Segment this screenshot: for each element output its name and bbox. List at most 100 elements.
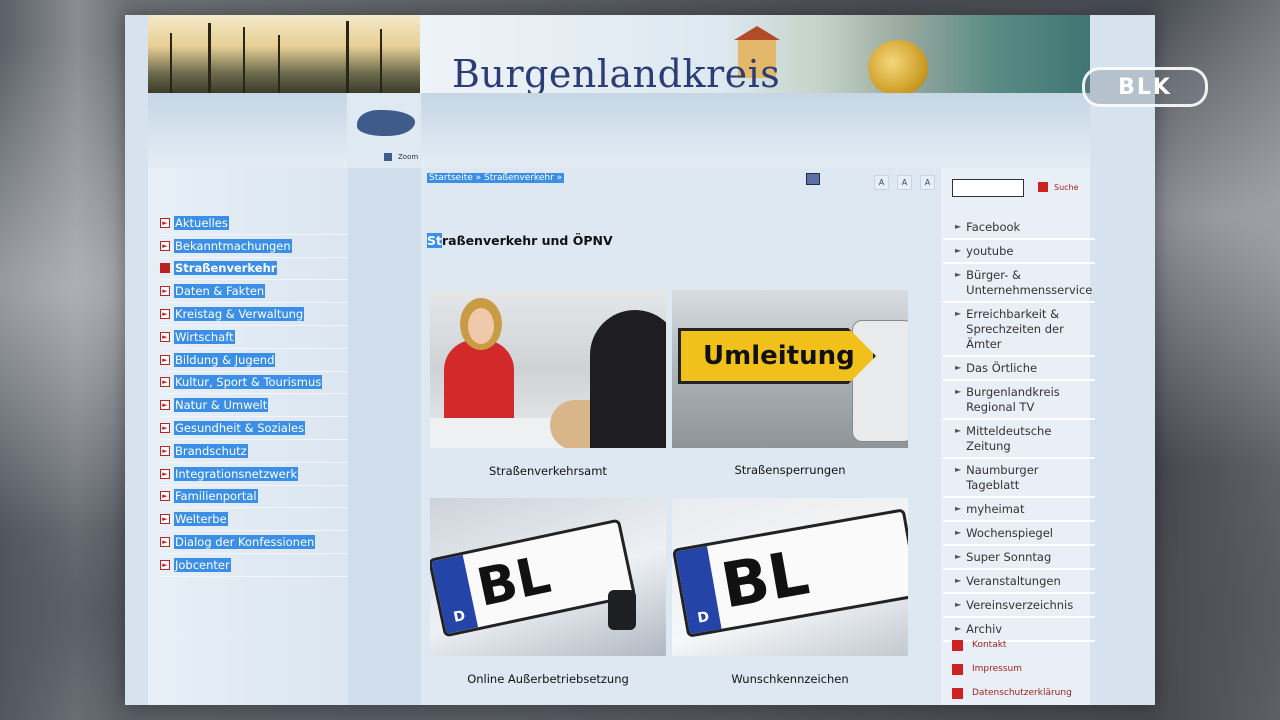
- nav-item-wirtschaft[interactable]: ► Wirtschaft: [160, 326, 348, 349]
- arrow-icon: ►: [955, 387, 962, 396]
- arrow-icon: ►: [955, 600, 962, 609]
- site-title[interactable]: Burgenlandkreis: [452, 52, 780, 96]
- header-strip: [148, 93, 1090, 168]
- link-veranstaltungen[interactable]: ► Veranstaltungen: [943, 570, 1095, 594]
- nav-item-label: Welterbe: [174, 512, 228, 527]
- tile-ausserbetriebsetzung-image[interactable]: D BL: [430, 498, 666, 656]
- clerk-face: [468, 308, 494, 344]
- nav-item-gesundheit[interactable]: ► Gesundheit & Soziales: [160, 417, 348, 440]
- nav-item-kreistag[interactable]: ► Kreistag & Verwaltung: [160, 303, 348, 326]
- arrow-icon: ►: [955, 426, 962, 435]
- nav-item-label: Bildung & Jugend: [174, 352, 276, 367]
- link-label: Facebook: [966, 220, 1021, 234]
- tile-strassensperrungen-image[interactable]: Umleitung: [672, 290, 908, 448]
- page-title-rest: raßenverkehr und ÖPNV: [441, 233, 613, 248]
- nav-item-aktuelles[interactable]: ► Aktuelles: [160, 212, 348, 235]
- nav-item-label: Kultur, Sport & Tourismus: [174, 375, 323, 390]
- left-navigation: ► Aktuelles ► Bekanntmachungen Straßenverk…: [160, 212, 348, 577]
- nav-item-label: Gesundheit & Soziales: [174, 421, 306, 436]
- arrow-icon: ►: [160, 217, 170, 228]
- font-size-small-button[interactable]: A: [874, 175, 889, 190]
- link-mitteldeutsche-zeitung[interactable]: ► Mitteldeutsche Zeitung: [943, 420, 1095, 459]
- eu-band: D: [675, 546, 722, 635]
- info-icon: [952, 663, 963, 675]
- license-plate: D BL: [430, 518, 637, 638]
- nav-item-familienportal[interactable]: ► Familienportal: [160, 486, 348, 509]
- arrow-icon: ►: [955, 309, 962, 318]
- link-label: Veranstaltungen: [966, 574, 1061, 588]
- link-impressum[interactable]: Impressum: [952, 657, 1072, 681]
- link-label: Erreichbarkeit & Sprechzeiten der Ämter: [966, 307, 1064, 351]
- link-myheimat[interactable]: ► myheimat: [943, 498, 1095, 522]
- link-erreichbarkeit[interactable]: ► Erreichbarkeit & Sprechzeiten der Ämter: [943, 303, 1095, 357]
- nav-item-integration[interactable]: ► Integrationsnetzwerk: [160, 463, 348, 486]
- link-kontakt[interactable]: Kontakt: [952, 633, 1072, 657]
- breadcrumb[interactable]: Startseite » Straßenverkehr »: [427, 173, 565, 183]
- zoom-link[interactable]: Zoom: [384, 153, 418, 161]
- tile-caption-ausserbetriebsetzung[interactable]: Online Außerbetriebsetzung: [430, 672, 666, 686]
- link-super-sonntag[interactable]: ► Super Sonntag: [943, 546, 1095, 570]
- tile-caption-wunschkennzeichen[interactable]: Wunschkennzeichen: [672, 672, 908, 686]
- nav-item-welterbe[interactable]: ► Welterbe: [160, 508, 348, 532]
- link-label: Kontakt: [972, 640, 1007, 650]
- arrow-icon: ►: [160, 445, 170, 456]
- print-icon[interactable]: [806, 173, 820, 185]
- font-size-medium-button[interactable]: A: [897, 175, 912, 190]
- tile-caption-strassenverkehrsamt[interactable]: Straßenverkehrsamt: [430, 464, 666, 478]
- nav-item-label: Natur & Umwelt: [174, 398, 269, 413]
- header-landscape-photo: [148, 15, 420, 93]
- link-das-oertliche[interactable]: ► Das Örtliche: [943, 357, 1095, 381]
- link-naumburger-tageblatt[interactable]: ► Naumburger Tageblatt: [943, 459, 1095, 498]
- nav-item-kultur[interactable]: ► Kultur, Sport & Tourismus: [160, 372, 348, 395]
- link-vereinsverzeichnis[interactable]: ► Vereinsverzeichnis: [943, 594, 1095, 618]
- link-youtube[interactable]: ► youtube: [943, 240, 1095, 264]
- nav-item-jobcenter[interactable]: ► Jobcenter: [160, 554, 348, 577]
- tile-caption-strassensperrungen[interactable]: Straßensperrungen: [672, 463, 908, 477]
- privacy-icon: [952, 687, 963, 699]
- arrow-icon: ►: [955, 528, 962, 537]
- arrow-icon: ►: [955, 552, 962, 561]
- arrow-icon: ►: [160, 331, 170, 342]
- nav-item-bildung[interactable]: ► Bildung & Jugend: [160, 349, 348, 372]
- tile-wunschkennzeichen-image[interactable]: D BL: [672, 498, 908, 656]
- search-button[interactable]: Suche: [1038, 182, 1079, 192]
- link-label: Wochenspiegel: [966, 526, 1053, 540]
- car: [852, 320, 908, 442]
- font-size-controls: A A A: [874, 175, 935, 190]
- nav-item-brandschutz[interactable]: ► Brandschutz: [160, 440, 348, 463]
- nav-item-bekanntmachungen[interactable]: ► Bekanntmachungen: [160, 235, 348, 258]
- search-input[interactable]: [952, 179, 1024, 197]
- selected-text: St: [427, 233, 442, 248]
- nav-item-label: Dialog der Konfessionen: [174, 535, 316, 550]
- arrow-icon: ►: [160, 400, 170, 411]
- font-size-large-button[interactable]: A: [920, 175, 935, 190]
- link-facebook[interactable]: ► Facebook: [943, 216, 1095, 240]
- nav-item-label: Integrationsnetzwerk: [174, 466, 299, 481]
- arrow-icon: ►: [160, 286, 170, 297]
- nav-item-natur[interactable]: ► Natur & Umwelt: [160, 394, 348, 418]
- link-label: Burgenlandkreis Regional TV: [966, 385, 1060, 414]
- arrow-icon: ►: [160, 537, 170, 548]
- link-label: youtube: [966, 244, 1014, 258]
- tile-strassenverkehrsamt-image[interactable]: [430, 290, 666, 448]
- nav-item-dialog[interactable]: ► Dialog der Konfessionen: [160, 531, 348, 554]
- nav-item-label: Kreistag & Verwaltung: [174, 307, 305, 322]
- license-plate: D BL: [672, 508, 908, 638]
- link-label: Das Örtliche: [966, 361, 1038, 375]
- arrow-icon: ►: [160, 240, 170, 251]
- link-label: Super Sonntag: [966, 550, 1052, 564]
- link-buergerservice[interactable]: ► Bürger- & Unternehmensservice: [943, 264, 1095, 303]
- arrow-icon: ►: [160, 377, 170, 388]
- nav-item-strassenverkehr[interactable]: Straßenverkehr: [160, 258, 348, 281]
- nav-item-label: Brandschutz: [174, 443, 248, 458]
- arrow-icon: ►: [955, 270, 962, 279]
- link-label: Bürger- & Unternehmensservice: [966, 268, 1093, 297]
- mail-icon: [952, 639, 963, 651]
- link-regional-tv[interactable]: ► Burgenlandkreis Regional TV: [943, 381, 1095, 420]
- arrow-icon: ►: [955, 576, 962, 585]
- arrow-icon: ►: [160, 354, 170, 365]
- link-datenschutz[interactable]: Datenschutzerklärung: [952, 681, 1072, 705]
- nav-item-daten-fakten[interactable]: ► Daten & Fakten: [160, 280, 348, 304]
- nav-item-label: Aktuelles: [174, 215, 229, 230]
- link-wochenspiegel[interactable]: ► Wochenspiegel: [943, 522, 1095, 546]
